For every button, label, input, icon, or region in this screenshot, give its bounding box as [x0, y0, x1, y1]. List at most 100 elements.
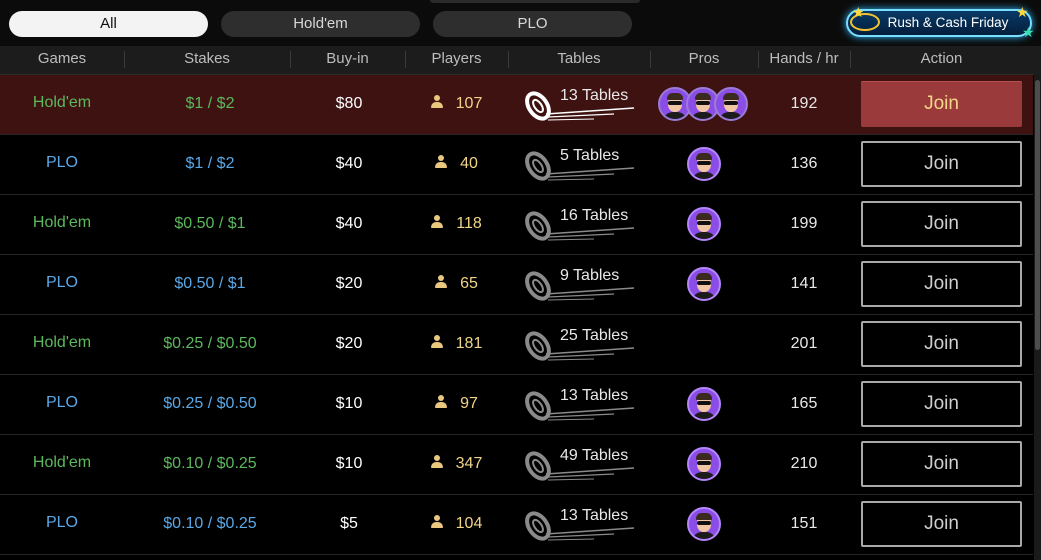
header-action: Action	[920, 50, 963, 67]
table-row[interactable]: Hold'em $0.25 / $0.50 $20 181 25 Tables 201 Jo…	[0, 315, 1033, 375]
header-buyin[interactable]: Buy-in	[290, 46, 405, 74]
players-cell: 104	[402, 495, 510, 554]
header-games[interactable]: Games	[0, 46, 124, 74]
filter-holdem-tab[interactable]: Hold'em	[221, 11, 420, 37]
pros-cell	[650, 315, 758, 374]
tables-cell: 16 Tables	[510, 195, 650, 254]
players-cell: 181	[402, 315, 510, 374]
action-cell: Join	[850, 435, 1033, 494]
table-row[interactable]: PLO $0.10 / $0.25 $5 104 13 Tables 151 Join	[0, 495, 1033, 555]
game-type: Hold'em	[32, 94, 92, 111]
pro-avatar-icon[interactable]	[687, 387, 721, 421]
action-cell: Join	[850, 135, 1033, 194]
tables-count: 25 Tables	[560, 327, 629, 344]
action-cell: Join	[850, 255, 1033, 314]
tables-count: 5 Tables	[560, 147, 620, 164]
players-count: 97	[460, 395, 478, 412]
person-icon	[430, 94, 444, 109]
pros-cell	[650, 135, 758, 194]
table-row[interactable]: Hold'em $0.50 / $1 $40 118 16 Tables 199 Join	[0, 195, 1033, 255]
tables-count: 13 Tables	[560, 87, 629, 104]
promo-label: Rush & Cash Friday	[887, 15, 1009, 30]
buyin-value: $80	[335, 95, 363, 112]
pros-cell	[650, 75, 758, 134]
players-count: 118	[456, 215, 482, 232]
filter-plo-tab[interactable]: PLO	[433, 11, 632, 37]
header-pros[interactable]: Pros	[650, 46, 758, 74]
tables-cell: 49 Tables	[510, 435, 650, 494]
pros-cell	[650, 375, 758, 434]
tables-cell: 25 Tables	[510, 315, 650, 374]
join-button[interactable]: Join	[861, 321, 1022, 367]
tables-cell: 13 Tables	[510, 375, 650, 434]
header-players[interactable]: Players	[405, 46, 508, 74]
table-row[interactable]: Hold'em $0.10 / $0.25 $10 347 49 Tables 210 Jo…	[0, 435, 1033, 495]
tables-count: 16 Tables	[560, 207, 629, 224]
rush-cash-promo-button[interactable]: ★ ★ ★ Rush & Cash Friday	[846, 5, 1035, 40]
person-icon	[434, 394, 448, 409]
pro-avatar-icon[interactable]	[687, 267, 721, 301]
join-button[interactable]: Join	[861, 381, 1022, 427]
star-icon: ★	[1022, 24, 1035, 40]
join-button[interactable]: Join	[861, 441, 1022, 487]
pro-avatar-icon[interactable]	[687, 507, 721, 541]
filter-all-tab[interactable]: All	[9, 11, 208, 37]
pro-avatar-icon[interactable]	[687, 147, 721, 181]
table-row[interactable]: Hold'em $1 / $2 $80 107 13 Tables 192 Join	[0, 75, 1033, 135]
game-type: PLO	[45, 154, 78, 171]
players-cell: 347	[402, 435, 510, 494]
pro-avatar-icon[interactable]	[687, 447, 721, 481]
scrollbar-thumb[interactable]	[1035, 80, 1040, 350]
players-count: 107	[455, 95, 483, 112]
pro-avatar-icon[interactable]	[714, 87, 748, 121]
tables-count: 13 Tables	[560, 507, 629, 524]
players-cell: 107	[402, 75, 510, 134]
join-button[interactable]: Join	[861, 501, 1022, 547]
filter-bar: All Hold'em PLO ★ ★ ★ Rush & Cash Friday	[0, 0, 1041, 46]
hands-per-hour: 199	[790, 215, 818, 232]
person-icon	[430, 454, 444, 469]
stakes-value: $1 / $2	[185, 95, 235, 112]
hands-per-hour: 201	[790, 335, 818, 352]
header-hands[interactable]: Hands / hr	[758, 46, 850, 74]
table-row[interactable]: PLO $0.25 / $0.50 $10 97 13 Tables 165 Join	[0, 375, 1033, 435]
join-button[interactable]: Join	[861, 261, 1022, 307]
tables-count: 9 Tables	[560, 267, 620, 284]
pros-cell	[650, 435, 758, 494]
person-icon	[430, 514, 444, 529]
buyin-value: $5	[340, 515, 358, 532]
header-stakes[interactable]: Stakes	[124, 46, 290, 74]
scrollbar[interactable]	[1034, 74, 1041, 560]
pros-cell	[650, 495, 758, 554]
stakes-value: $1 / $2	[185, 155, 235, 172]
game-type: PLO	[45, 394, 78, 411]
person-icon	[434, 154, 448, 169]
tables-cell: 13 Tables	[510, 75, 650, 134]
players-count: 347	[455, 455, 483, 472]
players-count: 65	[460, 275, 478, 292]
players-cell: 97	[402, 375, 510, 434]
players-count: 181	[455, 335, 483, 352]
hands-per-hour: 210	[790, 455, 818, 472]
players-cell: 118	[402, 195, 510, 254]
players-count: 104	[455, 515, 483, 532]
stakes-value: $0.50 / $1	[174, 275, 246, 292]
game-type: PLO	[45, 274, 78, 291]
stakes-value: $0.25 / $0.50	[163, 335, 257, 352]
table-row[interactable]: PLO $0.50 / $1 $20 65 9 Tables 141 Join	[0, 255, 1033, 315]
pro-avatar-icon[interactable]	[687, 207, 721, 241]
join-button[interactable]: Join	[861, 141, 1022, 187]
table-row[interactable]: PLO $1 / $2 $40 40 5 Tables 136 Join	[0, 135, 1033, 195]
game-type: Hold'em	[32, 214, 92, 231]
buyin-value: $10	[335, 395, 363, 412]
action-cell: Join	[850, 195, 1033, 254]
join-button[interactable]: Join	[861, 201, 1022, 247]
pros-cell	[650, 195, 758, 254]
tables-cell: 9 Tables	[510, 255, 650, 314]
buyin-value: $20	[335, 335, 363, 352]
person-icon	[434, 274, 448, 289]
stakes-value: $0.10 / $0.25	[163, 515, 257, 532]
tables-cell: 5 Tables	[510, 135, 650, 194]
hands-per-hour: 165	[790, 395, 818, 412]
join-button[interactable]: Join	[861, 81, 1022, 127]
